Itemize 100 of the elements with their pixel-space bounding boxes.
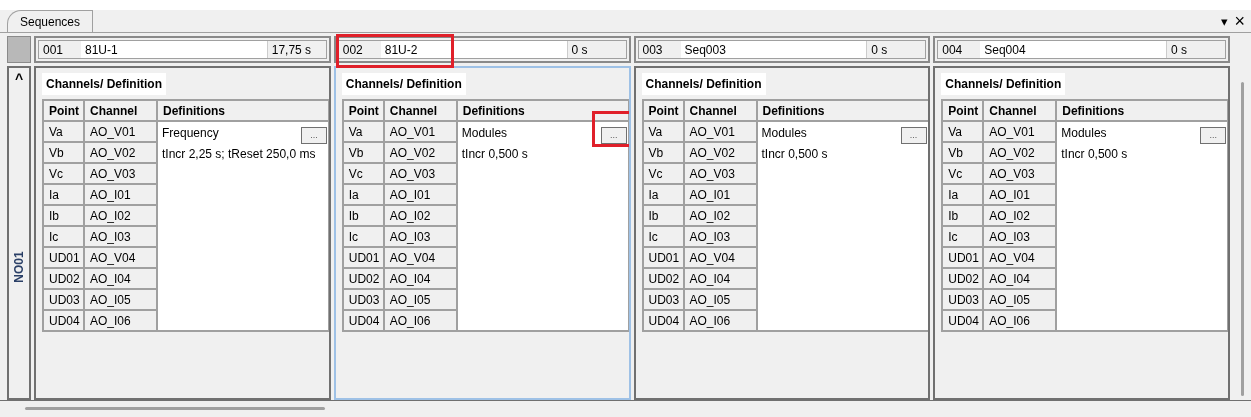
- sequence-number: 002: [341, 41, 364, 59]
- browse-button[interactable]: ...: [1200, 126, 1227, 144]
- table-cell: AO_I05: [983, 289, 1057, 310]
- sequence-number: 003: [641, 41, 664, 59]
- section-tab[interactable]: Channels/ Definition: [941, 73, 1066, 95]
- table-cell: Vc: [43, 163, 84, 184]
- table-cell: AO_I01: [683, 184, 757, 205]
- table-cell: Ia: [942, 184, 984, 205]
- table-cell: Ia: [642, 184, 684, 205]
- table-cell: AO_I02: [983, 205, 1057, 226]
- table-cell: AO_V04: [383, 247, 457, 268]
- sequence-name-field[interactable]: 81U-1: [81, 41, 268, 58]
- sequence-name-field[interactable]: Seq003: [680, 41, 868, 58]
- section-tab[interactable]: Channels/ Definition: [341, 73, 466, 95]
- table-cell: AO_I04: [683, 268, 757, 289]
- table-cell: AO_I04: [383, 268, 457, 289]
- column-header: Definitions: [456, 100, 629, 121]
- table-cell: AO_V03: [983, 163, 1057, 184]
- sequences-tab[interactable]: Sequences: [7, 10, 94, 32]
- definition-text: Modules: [1061, 124, 1108, 142]
- table-cell: Vc: [942, 163, 984, 184]
- table-cell: AO_I06: [983, 310, 1057, 331]
- row-header-corner: [7, 36, 31, 63]
- table-cell: AO_I03: [383, 226, 457, 247]
- table-cell: Vb: [342, 142, 384, 163]
- table-cell: Ic: [942, 226, 984, 247]
- horizontal-scrollbar[interactable]: [25, 407, 325, 410]
- table-cell: UD02: [942, 268, 984, 289]
- table-cell: Ia: [43, 184, 84, 205]
- table-cell: UD03: [43, 289, 84, 310]
- table-cell: Vb: [43, 142, 84, 163]
- collapse-button[interactable]: ^: [14, 72, 24, 86]
- column-header: Channel: [683, 100, 757, 121]
- table-cell: AO_I03: [983, 226, 1057, 247]
- table-cell: AO_V02: [84, 142, 157, 163]
- table-cell: Ic: [642, 226, 684, 247]
- table-cell: AO_V02: [983, 142, 1057, 163]
- definition-text: Modules: [761, 124, 808, 142]
- table-cell: AO_V03: [84, 163, 157, 184]
- table-cell: UD02: [43, 268, 84, 289]
- table-cell: UD01: [942, 247, 984, 268]
- dropdown-button[interactable]: ▾: [1221, 14, 1229, 28]
- table-cell: AO_V02: [383, 142, 457, 163]
- table-cell: AO_I02: [683, 205, 757, 226]
- table-cell: AO_I06: [383, 310, 457, 331]
- table-cell: UD04: [43, 310, 84, 331]
- table-cell: Ia: [342, 184, 384, 205]
- table-cell: Ic: [43, 226, 84, 247]
- table-cell: UD01: [642, 247, 684, 268]
- column-header: Channel: [84, 100, 157, 121]
- browse-button[interactable]: ...: [301, 126, 327, 144]
- table-cell: Vc: [642, 163, 684, 184]
- table-cell: UD03: [342, 289, 384, 310]
- column-header: Definitions: [157, 100, 329, 121]
- table-cell: AO_V04: [683, 247, 757, 268]
- table-cell: AO_I05: [683, 289, 757, 310]
- browse-button[interactable]: ...: [600, 126, 627, 144]
- sequence-name-field[interactable]: 81U-2: [380, 41, 568, 58]
- table-cell: AO_V04: [84, 247, 157, 268]
- table-cell: UD01: [342, 247, 384, 268]
- table-cell: Ib: [43, 205, 84, 226]
- column-header: Point: [342, 100, 384, 121]
- table-cell: UD04: [942, 310, 984, 331]
- table-cell: AO_V01: [683, 121, 757, 142]
- section-tab[interactable]: Channels/ Definition: [42, 73, 166, 95]
- table-cell: AO_I03: [683, 226, 757, 247]
- table-cell: Ib: [342, 205, 384, 226]
- table-cell: Vb: [642, 142, 684, 163]
- table-cell: AO_I03: [84, 226, 157, 247]
- table-cell: UD03: [642, 289, 684, 310]
- table-cell: Ic: [342, 226, 384, 247]
- sequence-number: 001: [42, 41, 65, 59]
- group-label: NO01: [11, 251, 27, 283]
- table-cell: Ib: [642, 205, 684, 226]
- sequence-name-field[interactable]: Seq004: [980, 41, 1167, 58]
- definition-text: tIncr 0,500 s: [1061, 145, 1129, 163]
- table-cell: Vc: [342, 163, 384, 184]
- sequence-number: 004: [941, 41, 964, 59]
- sequence-duration: 0 s: [870, 41, 889, 59]
- definition-text: tIncr 0,500 s: [461, 145, 529, 163]
- close-button[interactable]: ×: [1234, 12, 1245, 30]
- sequence-duration: 17,75 s: [270, 41, 313, 59]
- column-header: Definitions: [756, 100, 929, 121]
- table-cell: Va: [642, 121, 684, 142]
- browse-button[interactable]: ...: [900, 126, 927, 144]
- table-cell: AO_I04: [983, 268, 1057, 289]
- table-cell: AO_V01: [383, 121, 457, 142]
- sequence-duration: 0 s: [570, 41, 589, 59]
- table-cell: UD04: [642, 310, 684, 331]
- section-tab[interactable]: Channels/ Definition: [641, 73, 766, 95]
- definition-text: tIncr 2,25 s; tReset 250,0 ms: [162, 145, 317, 163]
- table-cell: AO_I02: [383, 205, 457, 226]
- table-cell: UD02: [642, 268, 684, 289]
- table-cell: Va: [942, 121, 984, 142]
- definition-text: Modules: [461, 124, 509, 142]
- table-cell: Va: [342, 121, 384, 142]
- table-cell: AO_I01: [383, 184, 457, 205]
- table-cell: AO_I06: [84, 310, 157, 331]
- table-cell: AO_V03: [383, 163, 457, 184]
- table-cell: AO_I02: [84, 205, 157, 226]
